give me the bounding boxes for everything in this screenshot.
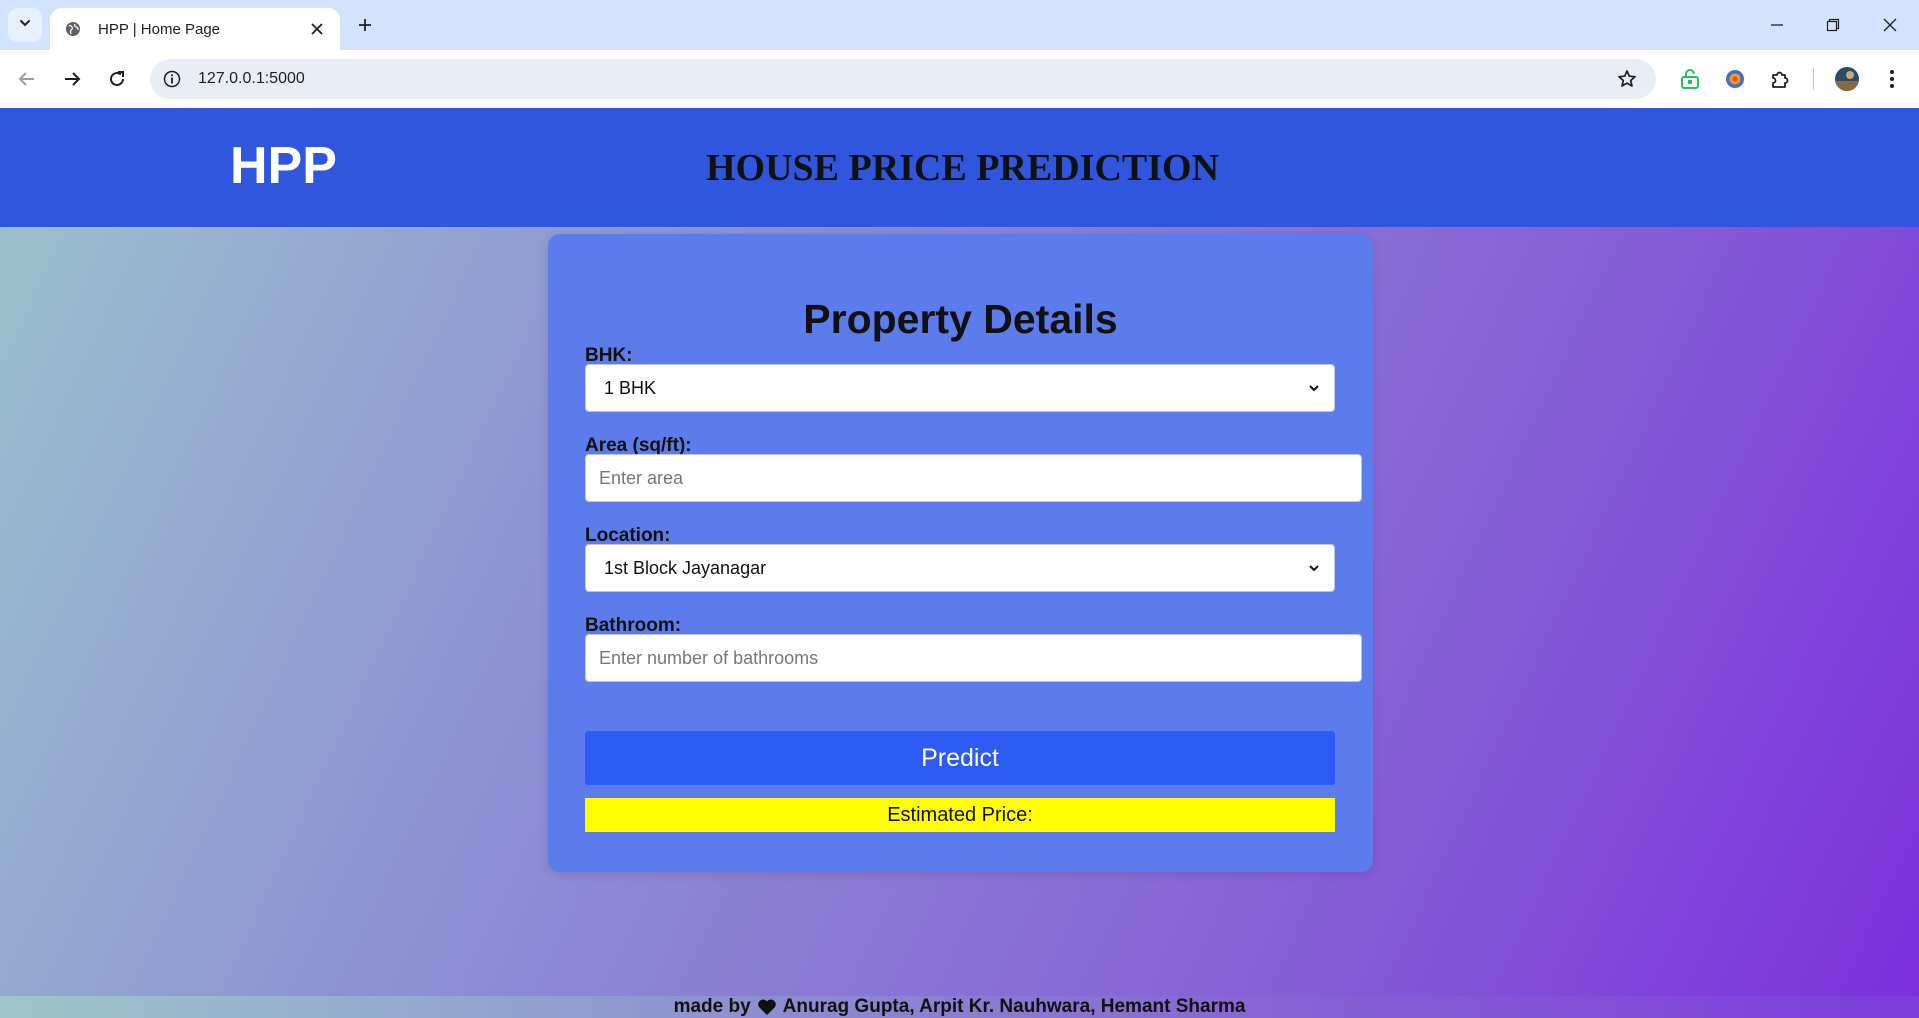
location-select-value: 1st Block Jayanagar [604, 557, 767, 578]
puzzle-icon[interactable] [1763, 62, 1797, 96]
bhk-select[interactable]: 1 BHK [585, 364, 1335, 412]
browser-toolbar: 127.0.0.1:5000 [0, 50, 1919, 108]
footer-prefix: made by [673, 996, 751, 1017]
reload-icon[interactable] [100, 62, 134, 96]
heart-icon [757, 998, 777, 1016]
location-select[interactable]: 1st Block Jayanagar [585, 544, 1335, 592]
star-icon[interactable] [1610, 62, 1644, 96]
plus-icon[interactable] [352, 12, 378, 38]
kebab-menu-icon[interactable] [1875, 62, 1909, 96]
address-bar[interactable]: 127.0.0.1:5000 [150, 59, 1656, 99]
property-details-card: Property Details BHK: 1 BHK Area (sq/ft)… [548, 234, 1373, 872]
predict-button[interactable]: Predict [585, 731, 1335, 785]
chevron-down-icon [1306, 560, 1322, 576]
page-content: HPP HOUSE PRICE PREDICTION Property Deta… [0, 108, 1919, 1018]
chevron-down-icon [1306, 380, 1322, 396]
restore-icon[interactable] [1813, 10, 1853, 40]
globe-icon [64, 20, 82, 38]
lock-extension-icon[interactable] [1673, 62, 1707, 96]
tab-strip: HPP | Home Page [0, 0, 1919, 50]
chevron-down-icon [18, 16, 32, 35]
window-close-icon[interactable] [1870, 10, 1910, 40]
site-info-icon[interactable] [156, 63, 188, 95]
tab-search-button[interactable] [8, 8, 42, 42]
forward-arrow-icon[interactable] [55, 62, 89, 96]
back-arrow-icon[interactable] [10, 62, 44, 96]
colorful-extension-icon[interactable] [1718, 62, 1752, 96]
form-heading: Property Details [803, 296, 1118, 342]
site-header: HPP HOUSE PRICE PREDICTION [0, 108, 1919, 227]
avatar[interactable] [1830, 62, 1864, 96]
toolbar-divider [1813, 68, 1814, 90]
tab-title: HPP | Home Page [98, 20, 221, 38]
url-text: 127.0.0.1:5000 [198, 70, 305, 87]
minimize-icon[interactable] [1757, 10, 1797, 40]
bhk-select-value: 1 BHK [604, 377, 657, 398]
footer: made by Anurag Gupta, Arpit Kr. Nauhwara… [0, 996, 1919, 1018]
estimated-price-output: Estimated Price: [585, 798, 1335, 832]
close-icon[interactable] [306, 18, 328, 40]
area-input[interactable] [585, 454, 1362, 502]
footer-authors: Anurag Gupta, Arpit Kr. Nauhwara, Hemant… [782, 996, 1246, 1017]
active-tab[interactable]: HPP | Home Page [50, 8, 340, 50]
page-title: HOUSE PRICE PREDICTION [705, 147, 1220, 189]
bathroom-input[interactable] [585, 634, 1362, 682]
